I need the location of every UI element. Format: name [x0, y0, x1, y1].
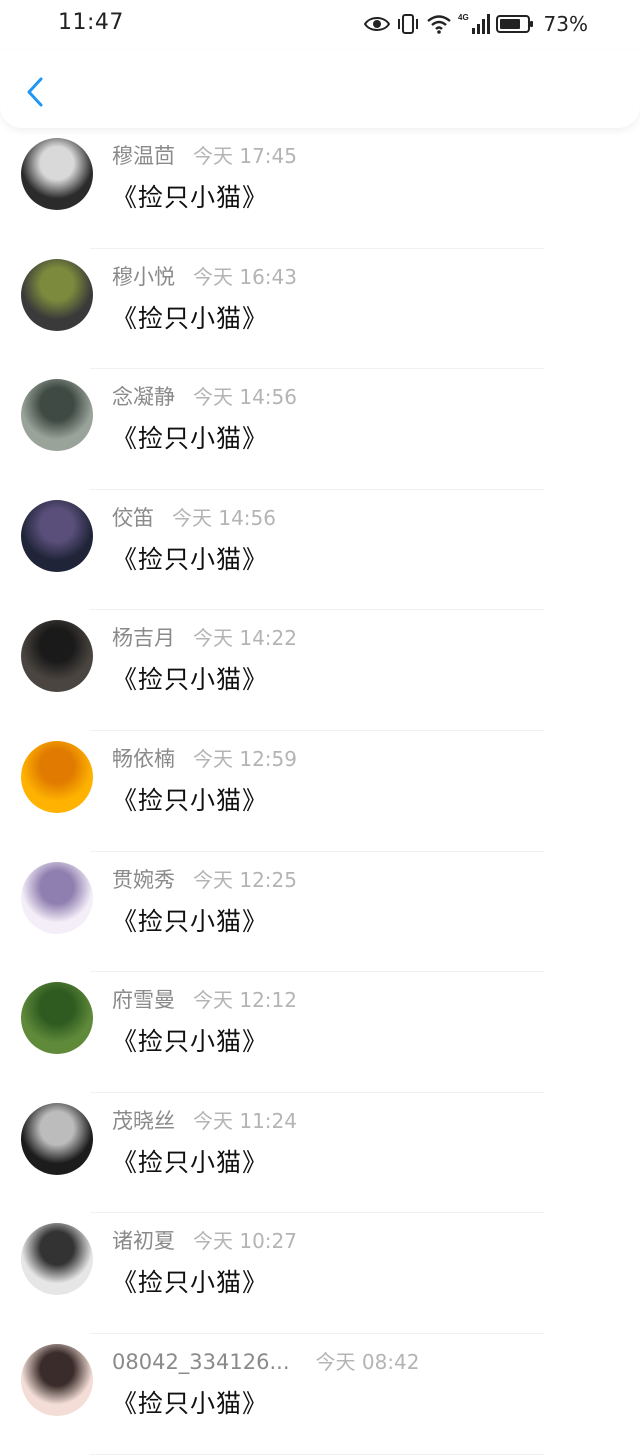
row-divider: [90, 1453, 544, 1455]
sender-name[interactable]: 贯婉秀: [112, 864, 175, 894]
message-meta: 诸初夏 今天 10:27: [112, 1225, 297, 1255]
message-text: 《捡只小猫》: [112, 424, 269, 454]
sender-name[interactable]: 穆温茴: [112, 140, 175, 170]
message-row[interactable]: 府雪曼 今天 12:12 《捡只小猫》: [0, 972, 640, 1093]
chevron-left-icon: [27, 77, 43, 107]
battery-percent: 73%: [543, 12, 588, 36]
message-meta: 08042_334126... 今天 08:42: [112, 1346, 420, 1375]
cellular-4g-icon: 4G: [458, 13, 490, 34]
message-row[interactable]: 茂晓丝 今天 11:24 《捡只小猫》: [0, 1093, 640, 1214]
message-time: 今天 11:24: [193, 1108, 297, 1133]
message-meta: 佼笛 今天 14:56: [112, 502, 276, 532]
message-time: 今天 14:56: [172, 505, 276, 530]
message-time: 今天 17:45: [193, 144, 297, 168]
status-time: 11:47: [58, 10, 124, 35]
message-meta: 穆小悦 今天 16:43: [112, 261, 297, 291]
message-row[interactable]: 诸初夏 今天 10:27 《捡只小猫》: [0, 1213, 640, 1334]
message-meta: 贯婉秀 今天 12:25: [112, 864, 297, 894]
message-time: 今天 12:59: [193, 746, 297, 771]
sender-name[interactable]: 茂晓丝: [112, 1105, 175, 1135]
sender-name[interactable]: 杨吉月: [112, 622, 175, 652]
message-text: 《捡只小猫》: [112, 1027, 269, 1057]
message-row[interactable]: 杨吉月 今天 14:22 《捡只小猫》: [0, 610, 640, 731]
message-text: 《捡只小猫》: [112, 785, 269, 815]
battery-icon: [495, 15, 533, 33]
avatar[interactable]: [21, 1102, 93, 1175]
message-meta: 茂晓丝 今天 11:24: [112, 1105, 297, 1135]
avatar[interactable]: [21, 740, 93, 813]
message-text: 《捡只小猫》: [112, 906, 269, 936]
message-text: 《捡只小猫》: [112, 1268, 269, 1298]
message-row[interactable]: 念凝静 今天 14:56 《捡只小猫》: [0, 369, 640, 490]
sender-name[interactable]: 畅依楠: [112, 743, 175, 773]
message-time: 今天 14:56: [193, 385, 297, 410]
message-text: 《捡只小猫》: [112, 1147, 269, 1177]
message-time: 今天 10:27: [193, 1229, 297, 1254]
message-row[interactable]: 佼笛 今天 14:56 《捡只小猫》: [0, 490, 640, 611]
message-text: 《捡只小猫》: [112, 1388, 269, 1418]
sender-name[interactable]: 念凝静: [112, 381, 175, 411]
status-bar: 11:47 4G 73%: [0, 0, 640, 50]
back-button[interactable]: [18, 72, 52, 112]
avatar[interactable]: [21, 138, 93, 210]
sender-name[interactable]: 府雪曼: [112, 984, 175, 1014]
message-row[interactable]: 穆温茴 今天 17:45 《捡只小猫》: [0, 128, 640, 249]
message-meta: 念凝静 今天 14:56: [112, 381, 297, 411]
sender-name[interactable]: 诸初夏: [112, 1225, 175, 1255]
message-row[interactable]: 畅依楠 今天 12:59 《捡只小猫》: [0, 731, 640, 852]
avatar[interactable]: [21, 982, 93, 1055]
avatar[interactable]: [21, 499, 93, 572]
message-time: 今天 12:25: [193, 867, 297, 892]
avatar[interactable]: [21, 258, 93, 331]
wifi-icon: [426, 15, 451, 34]
message-text: 《捡只小猫》: [112, 544, 269, 574]
vibrate-icon: [397, 14, 418, 34]
message-text: 《捡只小猫》: [112, 665, 269, 695]
message-time: 今天 12:12: [193, 988, 297, 1013]
sender-name[interactable]: 08042_334126...: [112, 1350, 290, 1374]
message-row[interactable]: 08042_334126... 今天 08:42 《捡只小猫》: [0, 1334, 640, 1455]
message-time: 今天 08:42: [315, 1349, 420, 1374]
message-time: 今天 16:43: [193, 264, 297, 289]
avatar[interactable]: [21, 1223, 93, 1296]
avatar[interactable]: [21, 379, 93, 452]
message-meta: 畅依楠 今天 12:59: [112, 743, 297, 773]
avatar[interactable]: [21, 861, 93, 934]
message-list: 穆温茴 今天 17:45 《捡只小猫》 穆小悦 今天 16:43 《捡只小猫》 念凝静 今天 …: [0, 128, 640, 1455]
message-meta: 杨吉月 今天 14:22: [112, 622, 297, 652]
eye-icon: [363, 17, 390, 31]
svg-text:4G: 4G: [458, 13, 469, 22]
message-text: 《捡只小猫》: [112, 183, 269, 212]
sender-name[interactable]: 佼笛: [112, 502, 154, 532]
header: [0, 50, 640, 128]
message-text: 《捡只小猫》: [112, 303, 269, 333]
message-meta: 府雪曼 今天 12:12: [112, 984, 297, 1014]
message-time: 今天 14:22: [193, 626, 297, 651]
message-meta: 穆温茴 今天 17:45: [112, 140, 297, 170]
avatar[interactable]: [21, 1343, 93, 1416]
avatar[interactable]: [21, 620, 93, 693]
message-row[interactable]: 贯婉秀 今天 12:25 《捡只小猫》: [0, 852, 640, 973]
sender-name[interactable]: 穆小悦: [112, 261, 175, 291]
message-row[interactable]: 穆小悦 今天 16:43 《捡只小猫》: [0, 249, 640, 370]
status-icons: 4G 73%: [363, 10, 588, 38]
